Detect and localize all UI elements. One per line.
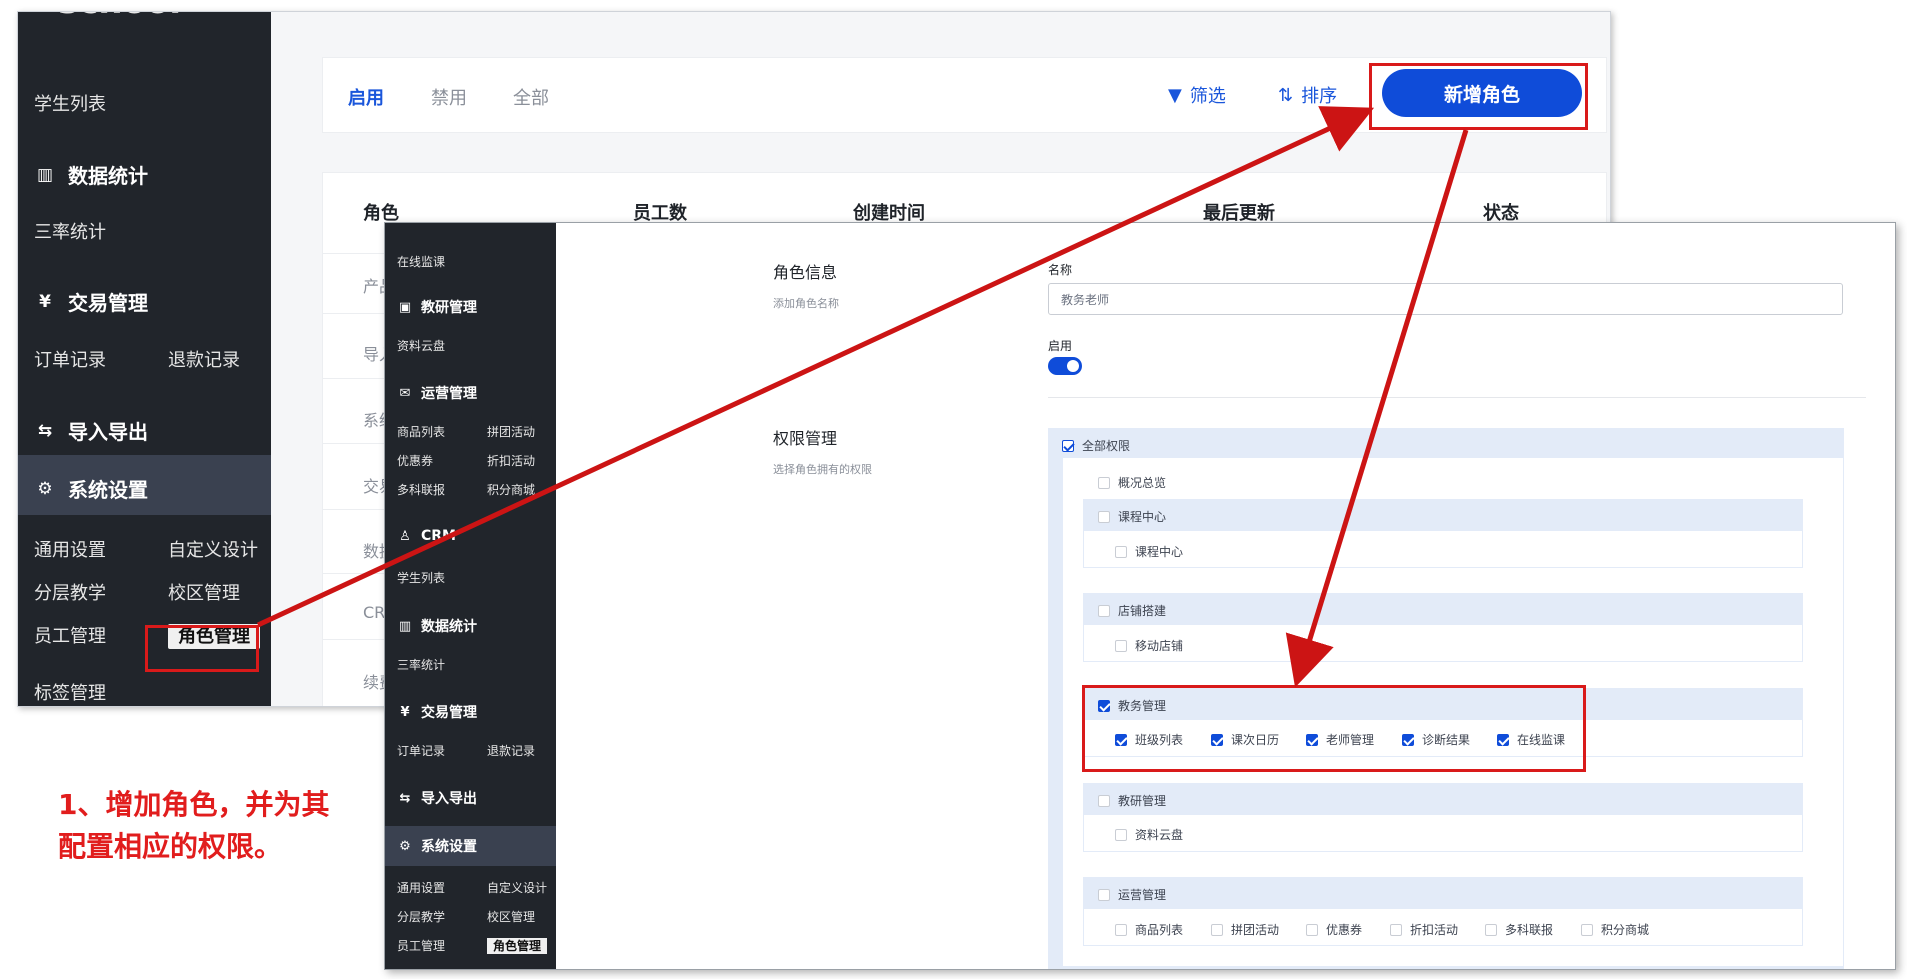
- caption-line-2: 配置相应的权限。: [58, 830, 283, 863]
- step-caption: 1、增加角色，并为其 配置相应的权限。: [58, 784, 329, 868]
- caption-line-1: 1、增加角色，并为其: [58, 788, 330, 821]
- arrow-to-permissions: [1285, 129, 1469, 688]
- arrow-to-add-role: [256, 106, 1375, 628]
